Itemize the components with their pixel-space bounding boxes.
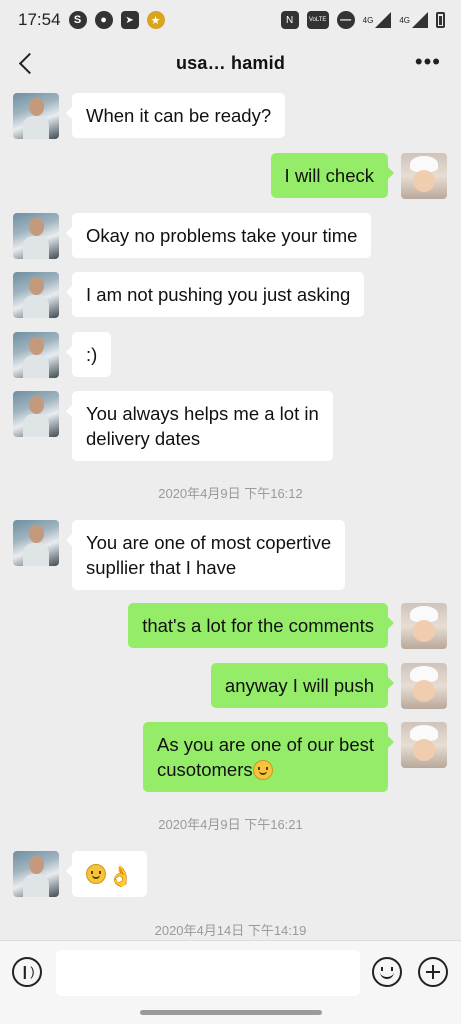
contact-avatar[interactable]	[13, 332, 59, 378]
status-bar: 17:54 S ● ➤ ★ N VoLTE — 4G 4G	[0, 0, 461, 40]
contact-avatar[interactable]	[13, 851, 59, 897]
contact-avatar[interactable]	[13, 93, 59, 139]
signal-4g-label-2: 4G	[399, 15, 410, 25]
message-bubble-incoming[interactable]: When it can be ready?	[65, 93, 286, 138]
contact-avatar[interactable]	[13, 391, 59, 437]
home-indicator[interactable]	[140, 1010, 322, 1015]
message-list[interactable]: When it can be ready? I will check Okay …	[0, 86, 461, 940]
signal-4g-label: 4G	[362, 15, 374, 25]
skype-icon: S	[68, 11, 87, 29]
message-line: You are one of most copertive	[86, 532, 332, 553]
message-bubble-incoming[interactable]: You always helps me a lot in delivery da…	[66, 391, 333, 461]
smiling-face-emoji	[86, 864, 106, 884]
contact-avatar[interactable]	[13, 520, 59, 566]
message-bubble-outgoing[interactable]: that's a lot for the comments	[128, 603, 394, 648]
message-line: As you are one of our best	[157, 734, 374, 755]
message-bubble-outgoing[interactable]: I will check	[270, 153, 395, 198]
my-avatar[interactable]	[401, 722, 447, 768]
smiling-face-emoji	[252, 760, 273, 780]
volte-icon: VoLTE	[306, 11, 329, 29]
back-icon[interactable]	[14, 50, 38, 76]
chat-title: usa… hamid	[175, 52, 286, 73]
my-avatar[interactable]	[401, 603, 447, 649]
message-icon: ●	[94, 11, 113, 29]
message-bubble-outgoing[interactable]: As you are one of our best cusotomers	[143, 722, 394, 792]
battery-icon	[436, 12, 445, 28]
dnd-icon: —	[336, 11, 355, 29]
message-line: supllier that I have	[86, 557, 237, 578]
status-time: 17:54	[18, 10, 61, 29]
chat-header: usa… hamid •••	[0, 40, 461, 86]
message-input[interactable]	[56, 950, 360, 996]
message-line: delivery dates	[86, 428, 201, 449]
timestamp: 2020年4月9日 下午16:21	[158, 817, 303, 832]
app-icon: ★	[146, 11, 165, 29]
my-avatar[interactable]	[401, 153, 447, 199]
emoji-icon[interactable]	[372, 957, 402, 987]
timestamp: 2020年4月9日 下午16:12	[158, 486, 303, 501]
nfc-icon: N	[280, 11, 299, 29]
signal-4g-icon	[375, 12, 392, 28]
voice-icon[interactable]: ❙)	[12, 957, 42, 987]
message-bubble-outgoing[interactable]: anyway I will push	[210, 663, 395, 708]
more-icon[interactable]: •••	[415, 51, 441, 73]
contact-avatar[interactable]	[13, 272, 59, 318]
message-bubble-incoming[interactable]: I am not pushing you just asking	[65, 272, 365, 317]
timestamp: 2020年4月14日 下午14:19	[154, 923, 307, 938]
message-text: cusotomers	[157, 759, 253, 780]
contact-avatar[interactable]	[13, 213, 59, 259]
message-bubble-incoming[interactable]: :)	[65, 332, 112, 377]
message-bubble-incoming[interactable]: You are one of most copertive supllier t…	[65, 520, 346, 590]
message-bubble-incoming[interactable]: 👌	[66, 851, 147, 897]
my-avatar[interactable]	[401, 663, 447, 709]
add-icon[interactable]	[418, 957, 448, 987]
message-bubble-incoming[interactable]: Okay no problems take your time	[65, 213, 372, 258]
ok-hand-emoji: 👌	[108, 866, 133, 888]
message-line: cusotomers	[157, 757, 374, 782]
signal-4g-icon	[412, 12, 428, 28]
message-line: You always helps me a lot in	[86, 403, 319, 424]
navigation-icon: ➤	[120, 11, 139, 29]
